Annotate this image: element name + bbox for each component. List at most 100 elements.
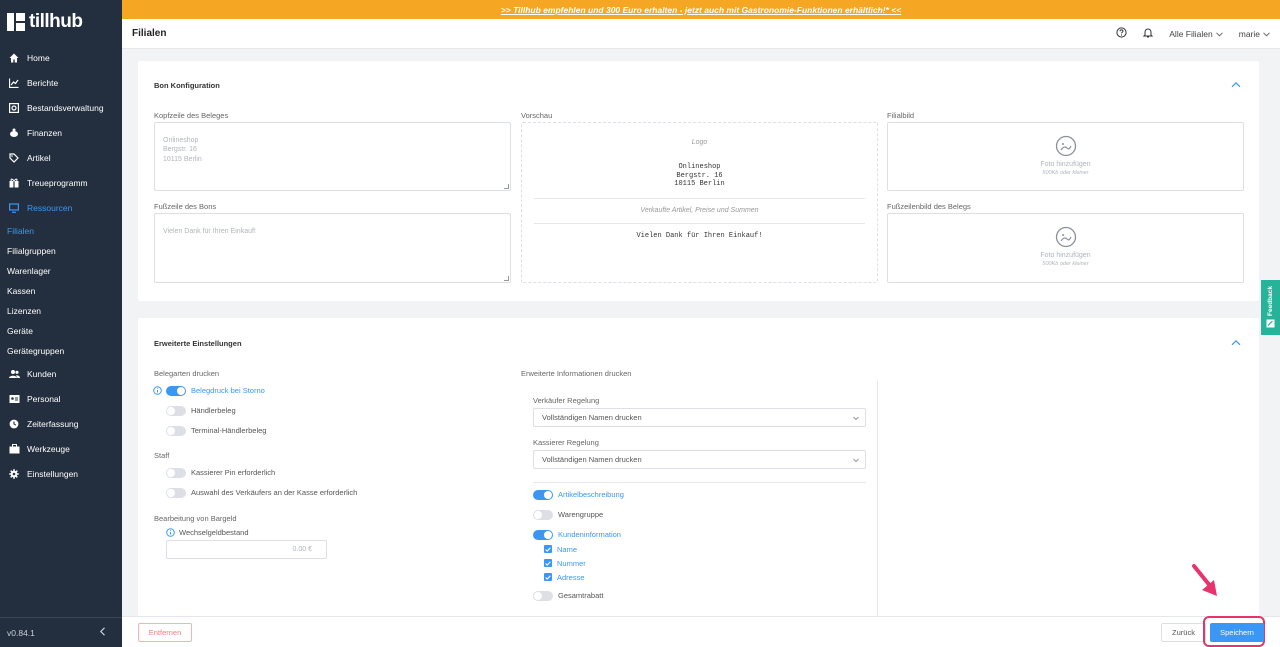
save-button[interactable]: Speichern	[1210, 623, 1264, 642]
notifications-bell-icon[interactable]	[1143, 27, 1154, 40]
collapse-sidebar-icon[interactable]	[99, 627, 106, 638]
feedback-icon	[1266, 319, 1275, 330]
sidebar-item-home[interactable]: Home	[0, 48, 122, 68]
gesamtrabatt-toggle[interactable]	[533, 591, 553, 601]
erweitert-card: Erweiterte Einstellungen Belegarten druc…	[138, 318, 1259, 621]
user-name: marie	[1238, 28, 1260, 39]
user-menu[interactable]: marie	[1239, 29, 1270, 39]
divider	[533, 482, 866, 483]
chevron-down-icon	[1215, 29, 1223, 39]
info-icon[interactable]	[166, 528, 175, 539]
sidebar-subitem-label: Gerätegruppen	[7, 346, 65, 356]
haendlerbeleg-label: Händlerbeleg	[191, 406, 236, 415]
info-drucken-label: Erweiterte Informationen drucken	[521, 369, 632, 378]
verkaeufer-auswahl-toggle[interactable]	[166, 488, 186, 498]
sidebar: tillhub Home Berichte Bestandsverwaltung…	[0, 0, 122, 647]
adresse-checkbox-label: Adresse	[557, 573, 585, 582]
verkaeufer-regelung-select[interactable]: Vollständigen Namen drucken	[533, 408, 866, 427]
feedback-label: Feedback	[1267, 285, 1274, 316]
sidebar-subitem-label: Warenlager	[7, 266, 51, 276]
resize-handle[interactable]	[504, 184, 509, 189]
sidebar-item-kunden[interactable]: Kunden	[0, 364, 122, 384]
sidebar-item-ressourcen[interactable]: Ressourcen	[0, 198, 122, 218]
collapse-chevron-up-icon[interactable]	[1231, 339, 1241, 349]
back-button[interactable]: Zurück	[1161, 623, 1206, 642]
kundeninformation-toggle[interactable]	[533, 530, 553, 540]
warengruppe-toggle[interactable]	[533, 510, 553, 520]
remove-button[interactable]: Entfernen	[138, 623, 192, 642]
wechselgeld-input[interactable]: 0.00 €	[166, 540, 327, 559]
sidebar-subitem-geraete[interactable]: Geräte	[0, 321, 122, 341]
fusszeile-placeholder: Vielen Dank für Ihren Einkauf!	[163, 227, 256, 235]
collapse-chevron-up-icon[interactable]	[1231, 81, 1241, 91]
gesamtrabatt-label: Gesamtrabatt	[558, 591, 604, 600]
sidebar-subitem-geraetegruppen[interactable]: Gerätegruppen	[0, 341, 122, 361]
sidebar-subitem-filialen[interactable]: Filialen	[0, 221, 122, 241]
bargeld-label: Bearbeitung von Bargeld	[154, 514, 237, 523]
action-bar: Entfernen Zurück Speichern	[122, 616, 1280, 647]
artikelbeschreibung-toggle[interactable]	[533, 490, 553, 500]
filialbild-upload[interactable]: Foto hinzufügen 500Kb oder kleiner	[887, 122, 1244, 191]
belegdruck-storno-toggle[interactable]	[166, 386, 186, 396]
preview-footer: Vielen Dank für Ihren Einkauf!	[636, 232, 763, 240]
name-checkbox-label: Name	[557, 545, 578, 554]
sidebar-subitem-label: Kassen	[7, 286, 36, 296]
sidebar-item-berichte[interactable]: Berichte	[0, 73, 122, 93]
receipt-preview: Logo Onlineshop Bergstr. 16 10115 Berlin…	[521, 122, 878, 283]
vorschau-label: Vorschau	[521, 111, 553, 120]
photo-size-hint: 500Kb oder kleiner	[1042, 261, 1089, 267]
home-icon	[8, 52, 20, 64]
chevron-down-icon	[1263, 29, 1270, 39]
sidebar-item-artikel[interactable]: Artikel	[0, 148, 122, 168]
sidebar-item-finanzen[interactable]: Finanzen	[0, 123, 122, 143]
sidebar-item-werkzeuge[interactable]: Werkzeuge	[0, 439, 122, 459]
sidebar-item-einstellungen[interactable]: Einstellungen	[0, 464, 122, 484]
sidebar-item-bestandsverwaltung[interactable]: Bestandsverwaltung	[0, 98, 122, 118]
kassierer-regelung-select[interactable]: Vollständigen Namen drucken	[533, 450, 866, 469]
kopfzeile-placeholder: Onlineshop Bergstr. 16 10115 Berlin	[163, 136, 202, 163]
help-icon[interactable]	[1116, 27, 1127, 40]
adresse-checkbox[interactable]	[544, 573, 552, 581]
fusszeilenbild-upload[interactable]: Foto hinzufügen 500Kb oder kleiner	[887, 213, 1244, 283]
verkaeufer-auswahl-label: Auswahl des Verkäufers an der Kasse erfo…	[191, 488, 358, 497]
feedback-tab[interactable]: Feedback	[1261, 280, 1280, 335]
sidebar-item-personal[interactable]: Personal	[0, 389, 122, 409]
promo-link[interactable]: >> Tillhub empfehlen und 300 Euro erhalt…	[501, 5, 901, 15]
kassierer-regelung-label: Kassierer Regelung	[533, 438, 599, 447]
fusszeile-label: Fußzeile des Bons	[154, 202, 217, 211]
artikelbeschreibung-label: Artikelbeschreibung	[558, 490, 624, 499]
fusszeilenbild-label: Fußzeilenbild des Belegs	[887, 202, 971, 211]
sidebar-subitem-kassen[interactable]: Kassen	[0, 281, 122, 301]
sidebar-item-label: Bestandsverwaltung	[27, 103, 104, 113]
info-icon[interactable]	[153, 386, 162, 397]
nummer-checkbox-label: Nummer	[557, 559, 586, 568]
kopfzeile-textarea[interactable]: Onlineshop Bergstr. 16 10115 Berlin	[154, 122, 511, 191]
sidebar-item-label: Home	[27, 53, 50, 63]
terminal-haendlerbeleg-label: Terminal-Händlerbeleg	[191, 426, 267, 435]
sidebar-subitem-filialgruppen[interactable]: Filialgruppen	[0, 241, 122, 261]
nummer-checkbox[interactable]	[544, 559, 552, 567]
sidebar-subitem-lizenzen[interactable]: Lizenzen	[0, 301, 122, 321]
terminal-haendlerbeleg-toggle[interactable]	[166, 426, 186, 436]
sidebar-subitem-label: Filialen	[7, 226, 34, 236]
tillhub-logo[interactable]: tillhub	[7, 10, 83, 34]
sidebar-item-treueprogramm[interactable]: Treueprogramm	[0, 173, 122, 193]
resize-handle[interactable]	[504, 276, 509, 281]
image-placeholder-icon	[888, 226, 1243, 250]
name-checkbox[interactable]	[544, 545, 552, 553]
logo-text: tillhub	[29, 11, 83, 32]
fusszeile-textarea[interactable]: Vielen Dank für Ihren Einkauf!	[154, 213, 511, 283]
bon-config-card: Bon Konfiguration Kopfzeile des Beleges …	[138, 61, 1259, 301]
haendlerbeleg-toggle[interactable]	[166, 406, 186, 416]
top-bar: Filialen Alle Filialen marie	[122, 19, 1280, 49]
sidebar-subitem-warenlager[interactable]: Warenlager	[0, 261, 122, 281]
tag-icon	[8, 152, 20, 164]
kundeninformation-label: Kundeninformation	[558, 530, 621, 539]
chevron-down-icon	[853, 414, 859, 421]
sidebar-subitem-label: Geräte	[7, 326, 33, 336]
sidebar-item-zeiterfassung[interactable]: Zeiterfassung	[0, 414, 122, 434]
kassierer-pin-toggle[interactable]	[166, 468, 186, 478]
warengruppe-label: Warengruppe	[558, 510, 604, 519]
users-icon	[8, 368, 20, 380]
branch-select[interactable]: Alle Filialen	[1169, 29, 1223, 39]
